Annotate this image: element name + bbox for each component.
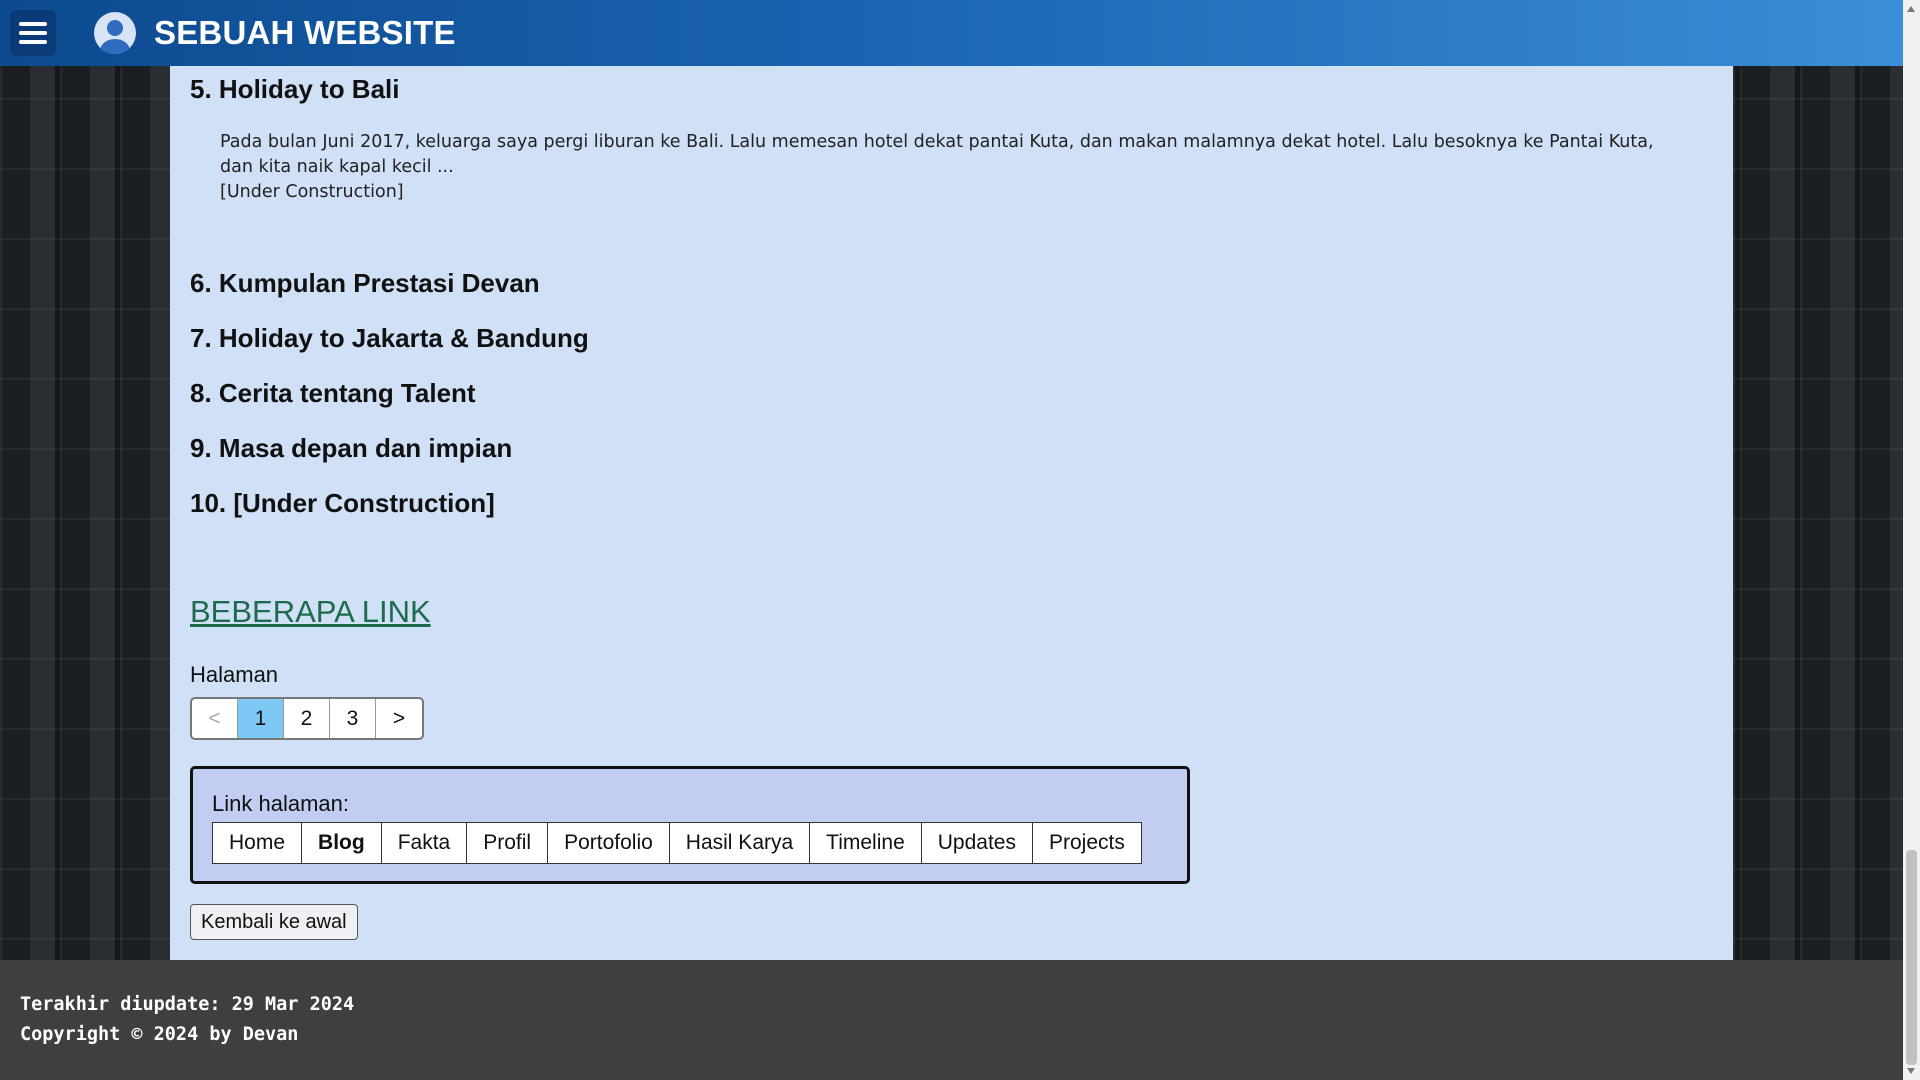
- last-updated-text: Terakhir diupdate: 29 Mar 2024: [20, 994, 355, 1015]
- post-title-5: 5. Holiday to Bali: [190, 74, 400, 104]
- hamburger-menu-icon[interactable]: [10, 10, 56, 56]
- page-links-box: Link halaman: Home Blog Fakta Profil Por…: [190, 766, 1190, 884]
- pagination-label: Halaman: [190, 662, 279, 687]
- pagination-prev-button[interactable]: <: [192, 699, 238, 738]
- link-blog[interactable]: Blog: [302, 823, 382, 863]
- pagination-page-2[interactable]: 2: [284, 699, 330, 738]
- footer: Terakhir diupdate: 29 Mar 2024 Copyright…: [0, 960, 1903, 1080]
- top-navbar: SEBUAH WEBSITE: [0, 0, 1903, 66]
- link-projects[interactable]: Projects: [1033, 823, 1141, 863]
- post-title-8: 8. Cerita tentang Talent: [190, 378, 476, 408]
- pagination: < 1 2 3 >: [190, 697, 424, 740]
- user-avatar-icon[interactable]: [94, 12, 136, 54]
- link-hasil-karya[interactable]: Hasil Karya: [670, 823, 811, 863]
- post-note: [Under Construction]: [220, 182, 404, 202]
- link-updates[interactable]: Updates: [922, 823, 1033, 863]
- pagination-next-button[interactable]: >: [376, 699, 422, 738]
- pagination-page-3[interactable]: 3: [330, 699, 376, 738]
- link-fakta[interactable]: Fakta: [382, 823, 468, 863]
- link-profil[interactable]: Profil: [467, 823, 549, 863]
- scroll-up-arrow-icon[interactable]: [1907, 6, 1915, 12]
- link-timeline[interactable]: Timeline: [810, 823, 922, 863]
- page-links-label: Link halaman:: [212, 791, 349, 816]
- scroll-down-arrow-icon[interactable]: [1907, 1068, 1915, 1074]
- page-scrollbar[interactable]: [1903, 0, 1920, 1080]
- post-body-5: Pada bulan Juni 2017, keluarga saya perg…: [220, 130, 1680, 205]
- beberapa-link-heading[interactable]: BEBERAPA LINK: [190, 594, 431, 630]
- main-content: 5. Holiday to Bali Pada bulan Juni 2017,…: [170, 66, 1733, 960]
- post-title-6: 6. Kumpulan Prestasi Devan: [190, 268, 540, 298]
- site-title: SEBUAH WEBSITE: [154, 14, 456, 51]
- scrollbar-thumb[interactable]: [1906, 850, 1917, 1065]
- link-portofolio[interactable]: Portofolio: [548, 823, 670, 863]
- post-title-9: 9. Masa depan dan impian: [190, 433, 513, 463]
- back-to-top-button[interactable]: Kembali ke awal: [190, 904, 358, 940]
- post-excerpt: Pada bulan Juni 2017, keluarga saya perg…: [220, 132, 1654, 177]
- pagination-page-1[interactable]: 1: [238, 699, 284, 738]
- post-title-10: 10. [Under Construction]: [190, 488, 495, 518]
- link-home[interactable]: Home: [213, 823, 303, 863]
- page-links-row: Home Blog Fakta Profil Portofolio Hasil …: [212, 822, 1142, 864]
- post-title-7: 7. Holiday to Jakarta & Bandung: [190, 323, 589, 353]
- copyright-text: Copyright © 2024 by Devan: [20, 1024, 299, 1045]
